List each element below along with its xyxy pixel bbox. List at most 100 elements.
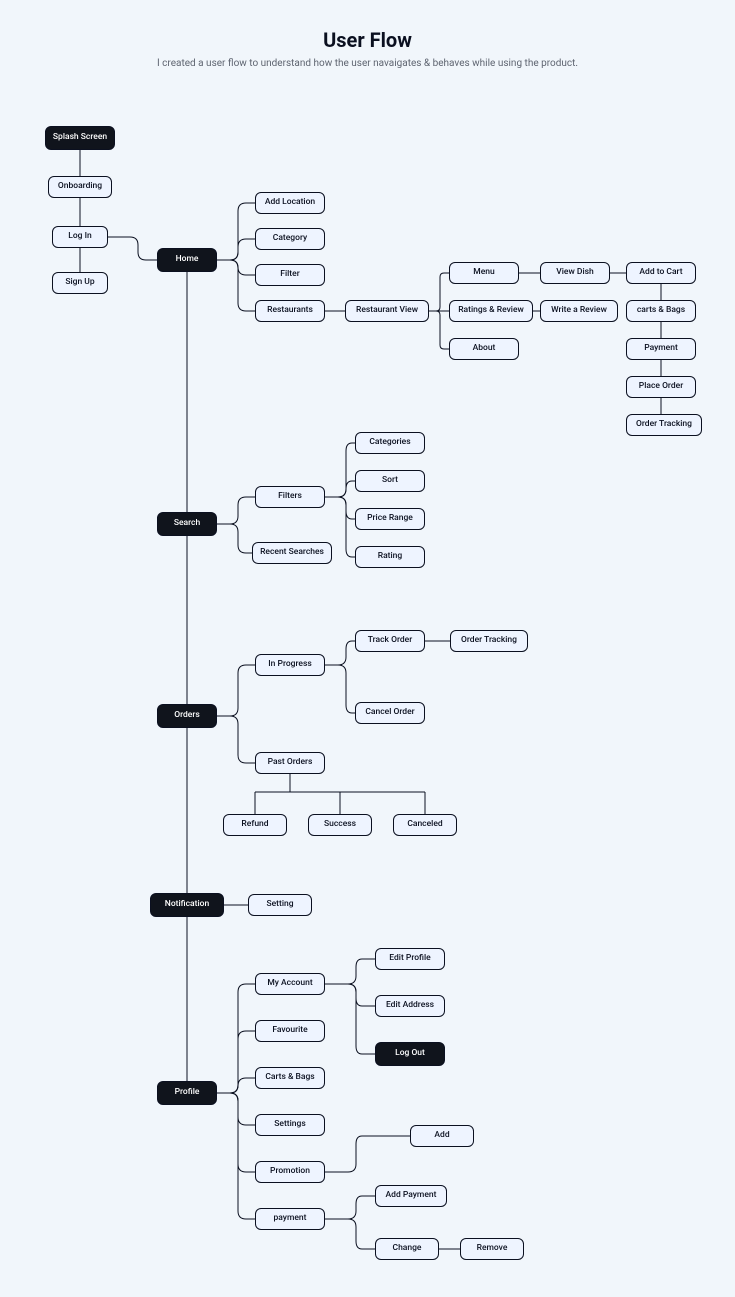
flow-node-label: Add Location: [265, 198, 315, 207]
flow-node-label: Past Orders: [268, 758, 313, 767]
flow-node-search: Search: [157, 512, 217, 536]
flow-node-label: Sort: [382, 476, 398, 485]
flow-node-home: Home: [157, 248, 217, 272]
flow-node-payment_node: Payment: [626, 338, 696, 360]
page-title: User Flow: [0, 28, 735, 52]
flow-node-label: My Account: [267, 979, 312, 988]
flow-node-label: Categories: [369, 438, 410, 447]
flow-node-edit_profile: Edit Profile: [375, 948, 445, 970]
flow-node-label: Recent Searches: [260, 548, 324, 557]
flow-node-label: Add Payment: [386, 1191, 437, 1200]
flow-node-label: Promotion: [270, 1167, 310, 1176]
flow-node-add_payment: Add Payment: [375, 1185, 447, 1207]
flow-node-edit_address: Edit Address: [375, 995, 445, 1017]
flow-node-success: Success: [308, 814, 372, 836]
flow-node-label: In Progress: [268, 660, 311, 669]
flow-node-category: Category: [255, 228, 325, 250]
flow-node-label: Profile: [175, 1088, 200, 1097]
flow-node-categories: Categories: [355, 432, 425, 454]
flow-node-label: Edit Address: [386, 1001, 434, 1010]
flow-node-label: Refund: [241, 820, 268, 829]
flow-node-label: Cancel Order: [365, 708, 414, 717]
flow-node-label: Carts & Bags: [265, 1073, 314, 1082]
flow-node-label: View Dish: [556, 268, 593, 277]
page-subtitle: I created a user flow to understand how …: [0, 58, 735, 69]
flow-node-onboarding: Onboarding: [48, 176, 112, 198]
flow-node-add: Add: [410, 1125, 474, 1147]
flow-node-view_dish: View Dish: [540, 262, 610, 284]
flow-node-label: Add to Cart: [639, 268, 682, 277]
flow-node-noti_setting: Setting: [248, 894, 312, 916]
flow-node-filter: Filter: [255, 264, 325, 286]
flow-node-label: Price Range: [367, 514, 413, 523]
flow-node-label: Success: [324, 820, 356, 829]
flow-node-label: Remove: [477, 1244, 508, 1253]
flow-node-notification: Notification: [150, 893, 224, 917]
flow-node-label: Rating: [378, 552, 402, 561]
flow-node-sort: Sort: [355, 470, 425, 492]
flow-node-past_orders: Past Orders: [255, 752, 325, 774]
flow-node-label: Restaurant View: [356, 306, 418, 315]
flow-node-label: Filter: [280, 270, 299, 279]
flow-node-splash: Splash Screen: [45, 126, 115, 150]
flow-node-orders: Orders: [157, 704, 217, 728]
flow-node-promotion: Promotion: [255, 1161, 325, 1183]
flow-node-label: Log Out: [395, 1049, 425, 1058]
flow-node-favourite: Favourite: [255, 1020, 325, 1042]
flow-node-label: Restaurants: [267, 306, 313, 315]
flow-node-track_order: Track Order: [355, 630, 425, 652]
flow-node-label: payment: [274, 1214, 307, 1223]
flow-node-label: Favourite: [272, 1026, 307, 1035]
flow-node-add_to_cart: Add to Cart: [626, 262, 696, 284]
flow-node-label: Onboarding: [58, 182, 102, 191]
flow-node-label: Home: [176, 255, 199, 264]
flow-node-label: Category: [273, 234, 307, 243]
flow-node-label: Splash Screen: [53, 133, 107, 142]
flow-node-label: carts & Bags: [637, 306, 685, 315]
flow-node-write_review: Write a Review: [540, 300, 618, 322]
flow-node-label: Change: [393, 1244, 422, 1253]
flow-node-restaurant_view: Restaurant View: [345, 300, 429, 322]
flow-node-order_track2: Order Tracking: [450, 630, 528, 652]
flow-node-add_location: Add Location: [255, 192, 325, 214]
flow-node-label: Menu: [473, 268, 494, 277]
flow-node-signup: Sign Up: [52, 272, 108, 294]
flow-node-label: Payment: [644, 344, 678, 353]
diagram-canvas: User Flow I created a user flow to under…: [0, 0, 735, 1297]
flow-node-login: Log In: [52, 226, 108, 248]
flow-node-logout: Log Out: [375, 1042, 445, 1066]
flow-node-about: About: [449, 338, 519, 360]
flow-node-carts_bags2: Carts & Bags: [255, 1067, 325, 1089]
flow-node-carts_bags: carts & Bags: [626, 300, 696, 322]
flow-node-label: Sign Up: [65, 278, 94, 287]
flow-node-settings: Settings: [255, 1114, 325, 1136]
flow-node-menu: Menu: [449, 262, 519, 284]
flow-node-label: About: [473, 344, 496, 353]
flow-node-label: Track Order: [368, 636, 412, 645]
flow-node-ratings_review: Ratings & Review: [449, 300, 533, 322]
flow-node-in_progress: In Progress: [255, 654, 325, 676]
flow-node-label: Order Tracking: [461, 636, 517, 645]
flow-node-refund: Refund: [223, 814, 287, 836]
flow-node-price_range: Price Range: [355, 508, 425, 530]
flow-node-label: Order Tracking: [636, 420, 692, 429]
flow-node-rating: Rating: [355, 546, 425, 568]
flow-node-label: Edit Profile: [389, 954, 430, 963]
flow-node-label: Place Order: [639, 382, 683, 391]
flow-node-payment2: payment: [255, 1208, 325, 1230]
flow-node-label: Add: [434, 1131, 449, 1140]
flow-node-remove: Remove: [460, 1238, 524, 1260]
flow-node-label: Write a Review: [551, 306, 607, 315]
flow-node-filters: Filters: [255, 486, 325, 508]
flow-node-label: Ratings & Review: [458, 306, 524, 315]
flow-node-label: Search: [174, 519, 200, 528]
flow-node-label: Filters: [278, 492, 302, 501]
flow-node-order_tracking: Order Tracking: [626, 414, 702, 436]
flow-node-cancel_order: Cancel Order: [355, 702, 425, 724]
flow-node-place_order: Place Order: [626, 376, 696, 398]
flow-node-canceled: Canceled: [393, 814, 457, 836]
flow-node-my_account: My Account: [255, 973, 325, 995]
flow-node-change: Change: [375, 1238, 439, 1260]
flow-node-profile: Profile: [157, 1081, 217, 1105]
flow-node-recent_search: Recent Searches: [252, 542, 332, 564]
